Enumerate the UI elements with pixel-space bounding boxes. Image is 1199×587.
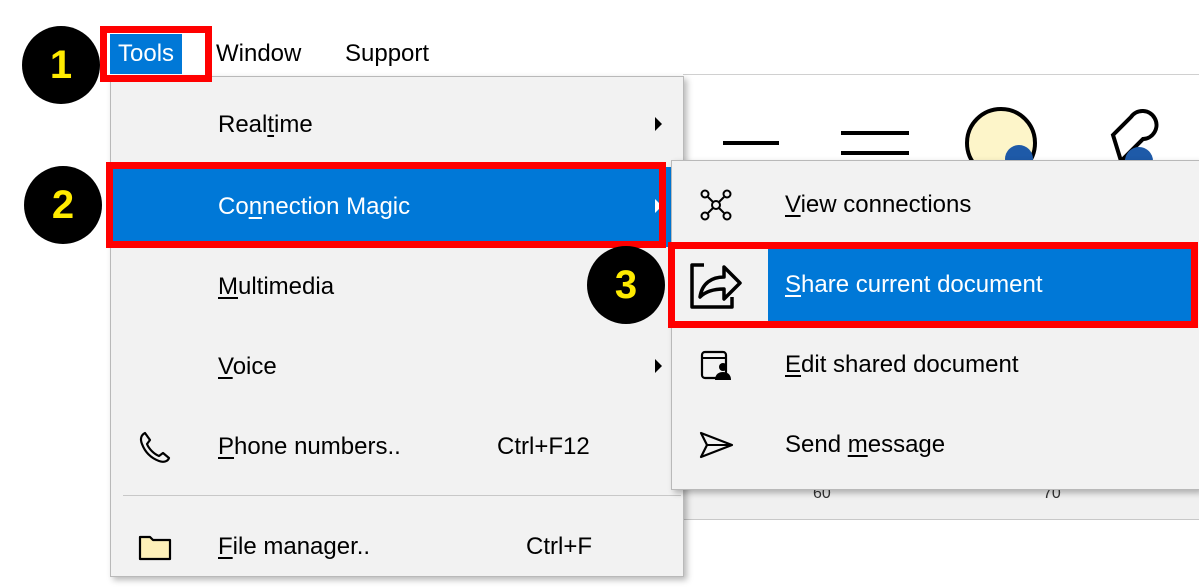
step-badge-2: 2 xyxy=(24,166,102,244)
tools-menu: Realtime Connection Magic Multimedia Voi… xyxy=(110,76,684,577)
menu-item-voice[interactable]: Voice xyxy=(111,327,683,407)
shortcut-label: Ctrl+F12 xyxy=(497,433,590,460)
folder-icon xyxy=(138,535,172,561)
callout-box-connection-magic xyxy=(106,162,666,248)
menu-separator xyxy=(123,495,681,496)
menu-item-label: Send message xyxy=(785,431,946,458)
menu-item-label: Phone numbers.. xyxy=(218,433,401,460)
menu-item-label: Voice xyxy=(218,353,277,380)
menu-item-label: Edit shared document xyxy=(785,351,1019,378)
phone-icon xyxy=(139,431,171,463)
edit-shared-document-icon xyxy=(700,350,731,380)
submenu-item-send-message[interactable]: Send message xyxy=(672,405,1199,485)
submenu-item-view-connections[interactable]: View connections xyxy=(672,165,1199,245)
menu-item-file-manager[interactable]: File manager.. Ctrl+F xyxy=(111,507,683,587)
menu-item-label: View connections xyxy=(785,191,972,218)
ruler: 60 70 xyxy=(683,485,1199,520)
step-badge-1: 1 xyxy=(22,26,100,104)
shortcut-label: Ctrl+F xyxy=(526,533,592,560)
menu-item-label: Realtime xyxy=(218,111,313,138)
menu-item-realtime[interactable]: Realtime xyxy=(111,85,683,165)
step-badge-3: 3 xyxy=(587,246,665,324)
menu-item-label: File manager.. xyxy=(218,533,371,560)
submenu-arrow-icon xyxy=(655,117,662,131)
callout-box-tools xyxy=(100,26,212,82)
network-icon xyxy=(700,189,732,221)
callout-box-share-current-document xyxy=(668,242,1198,328)
menu-item-label: Multimedia xyxy=(218,273,335,300)
menubar-support[interactable]: Support xyxy=(337,34,437,74)
submenu-item-edit-shared-document[interactable]: Edit shared document xyxy=(672,325,1199,405)
send-icon xyxy=(699,431,734,459)
menubar-window[interactable]: Window xyxy=(208,34,309,74)
submenu-arrow-icon xyxy=(655,359,662,373)
menu-item-phone-numbers[interactable]: Phone numbers.. Ctrl+F12 xyxy=(111,407,683,487)
